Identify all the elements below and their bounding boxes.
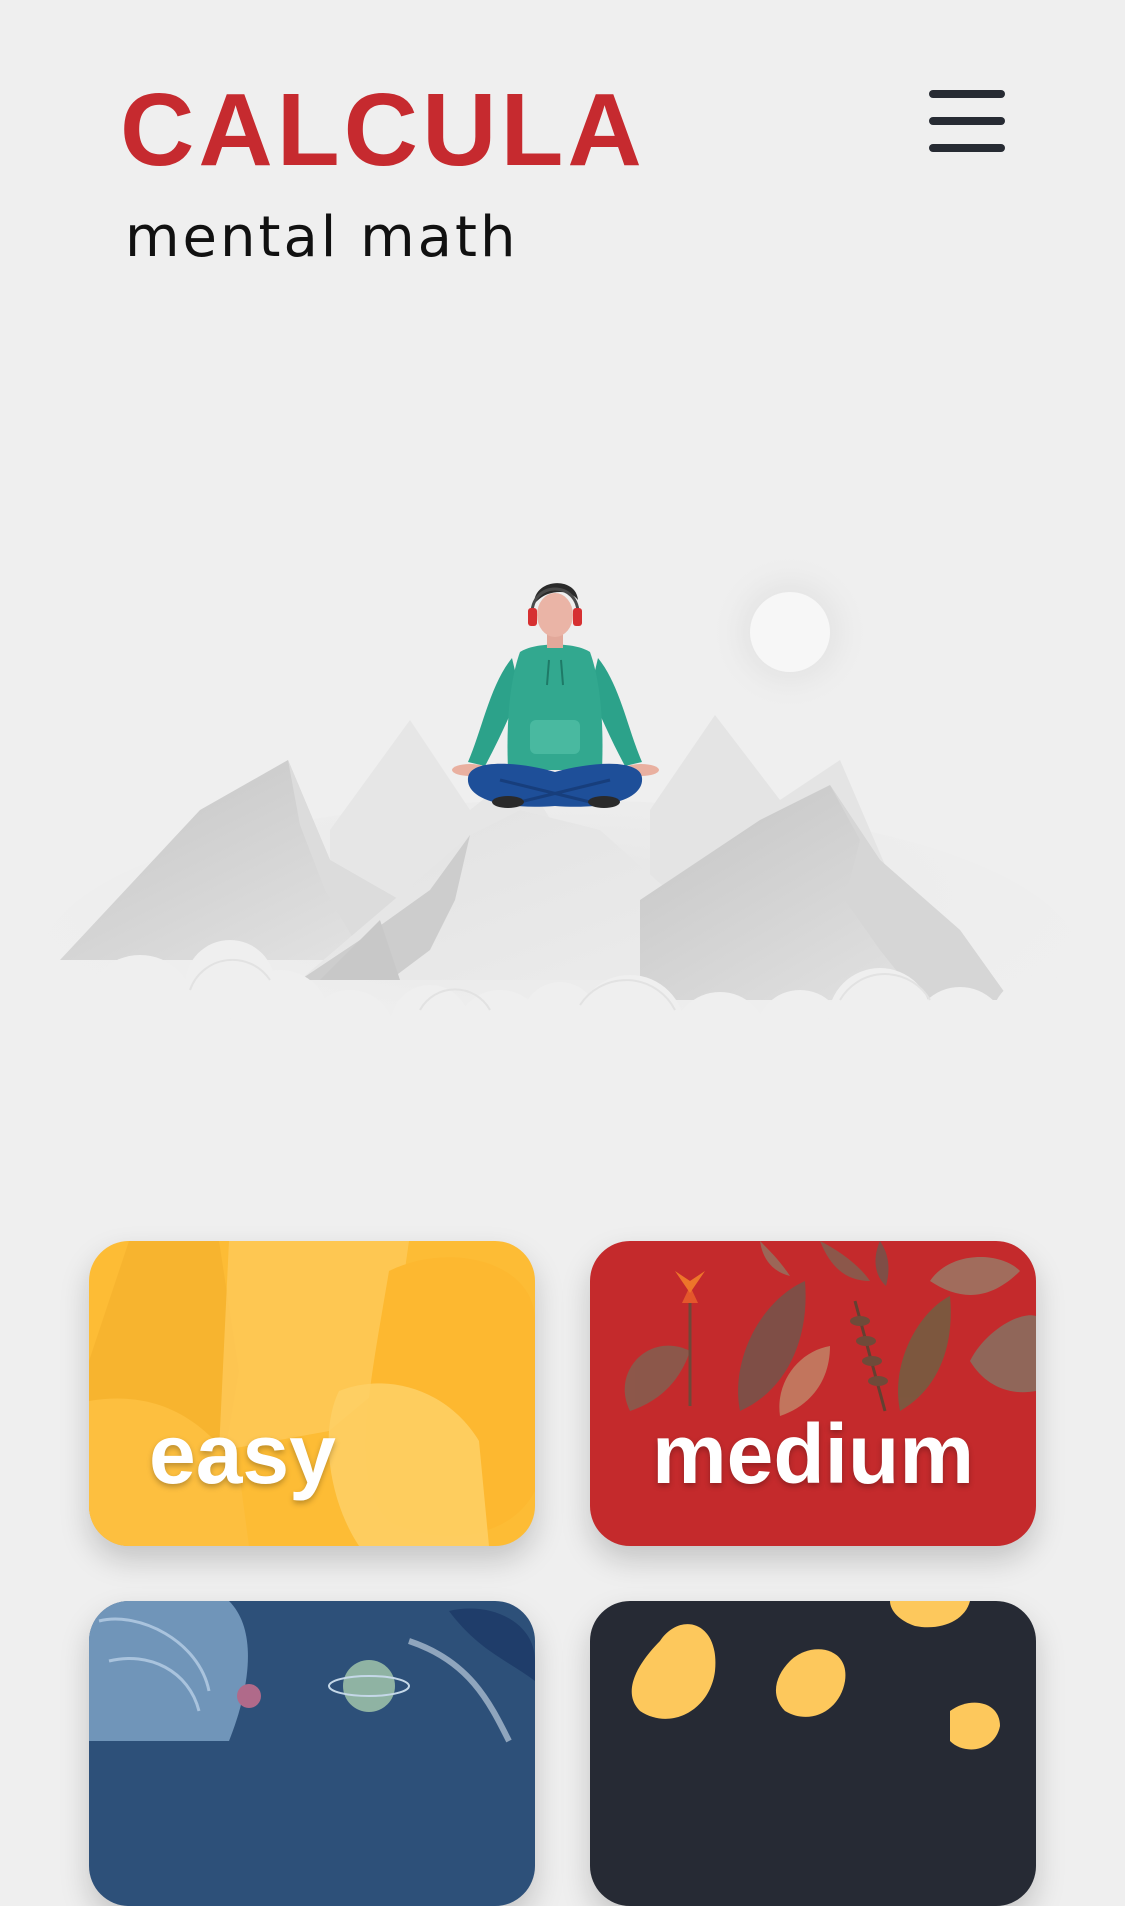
hard-level-card[interactable] [89,1601,535,1906]
meditating-person-icon [452,583,659,808]
app-subtitle: mental math [125,205,519,270]
hamburger-menu-icon[interactable] [925,84,1007,158]
app-title: CALCULA [120,72,646,187]
meditation-illustration [0,480,1125,1120]
medium-level-card[interactable]: medium [590,1241,1036,1546]
medium-label: medium [651,1407,975,1501]
easy-label: easy [149,1407,336,1501]
space-pattern-background [89,1601,535,1743]
sun-icon [710,552,870,712]
expert-level-card[interactable] [590,1601,1036,1906]
blobs-pattern-background [631,1601,1000,1750]
easy-level-card[interactable]: easy [89,1241,535,1546]
